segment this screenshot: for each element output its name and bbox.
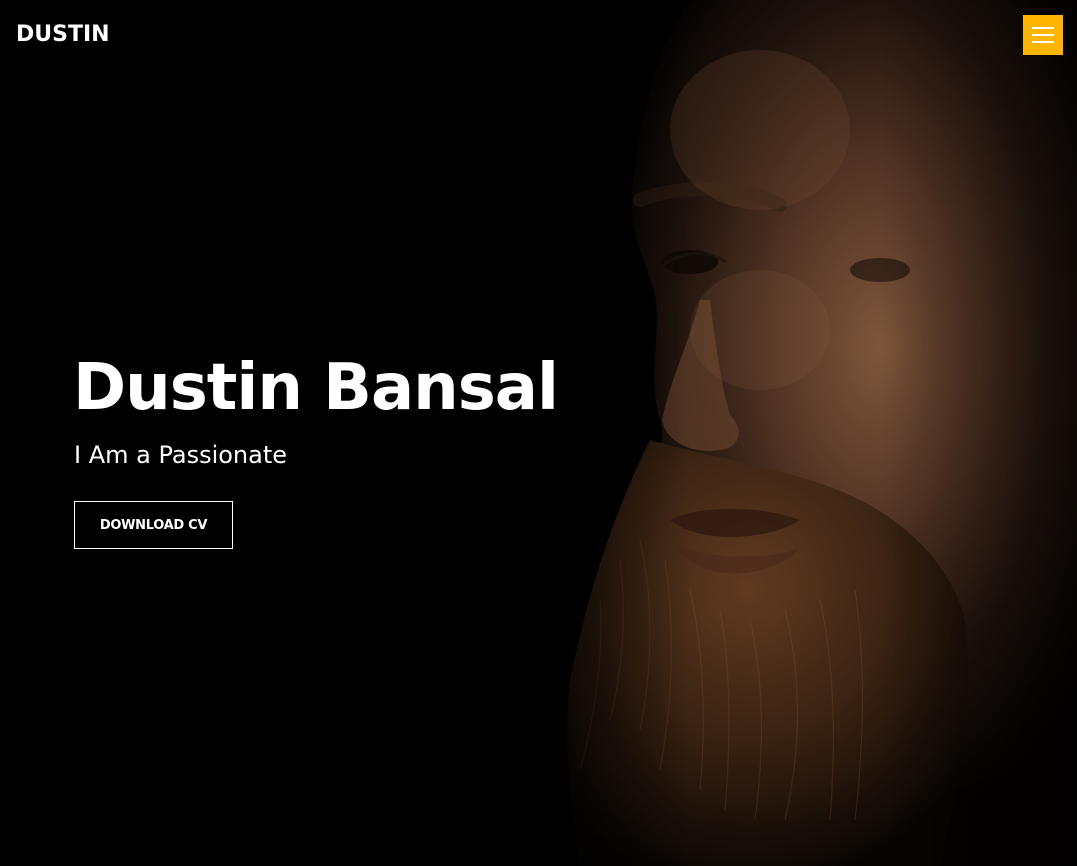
site-logo[interactable]: DUSTIN — [16, 21, 110, 49]
hero-portrait-image — [0, 0, 1077, 866]
hamburger-menu-icon-bar — [1032, 41, 1054, 43]
hamburger-menu-button[interactable] — [1023, 15, 1063, 55]
download-cv-button[interactable]: DOWNLOAD CV — [74, 501, 233, 549]
hamburger-menu-icon-bar — [1032, 34, 1054, 36]
hero-section: DUSTIN Dustin Bansal I Am a Passionate D… — [0, 0, 1077, 866]
hero-name: Dustin Bansal — [73, 351, 559, 425]
hamburger-menu-icon — [1032, 27, 1054, 29]
hero-subtitle: I Am a Passionate — [74, 441, 288, 469]
